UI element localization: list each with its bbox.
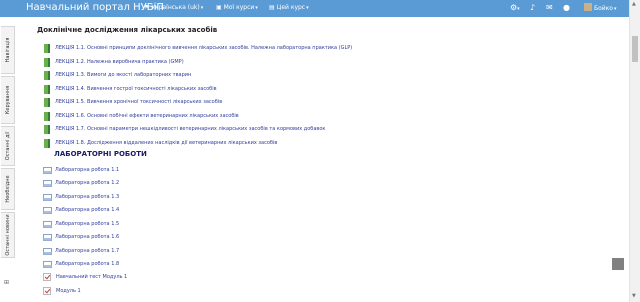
book-icon xyxy=(44,85,50,94)
lab-link[interactable]: Лабораторна робота 1.5 xyxy=(55,221,119,228)
vertical-scrollbar[interactable]: ▲ ▼ xyxy=(629,0,640,302)
lab-link[interactable]: Лабораторна робота 1.1 xyxy=(55,167,119,174)
lecture-link[interactable]: ЛЕКЦІЯ 1.2. Належна виробнича практика (… xyxy=(55,59,184,66)
lab-link[interactable]: Лабораторна робота 1.8 xyxy=(55,261,119,268)
help-icon[interactable]: ● xyxy=(563,3,570,13)
avatar xyxy=(584,3,592,11)
quiz-checkmark-icon xyxy=(43,287,51,295)
lab-link[interactable]: Лабораторна робота 1.4 xyxy=(55,207,119,214)
book-icon xyxy=(44,71,50,80)
quiz-checkmark-icon xyxy=(43,273,51,281)
lecture-link[interactable]: ЛЕКЦІЯ 1.4. Вивчення гострої токсичності… xyxy=(55,86,217,93)
assignment-icon xyxy=(43,180,52,187)
lab-link[interactable]: Лабораторна робота 1.2 xyxy=(55,180,119,187)
quiz-link[interactable]: Навчальний тест Модуль 1 xyxy=(56,274,127,281)
book-icon: ▤ xyxy=(269,4,275,11)
side-tab-administration[interactable]: Керування xyxy=(1,76,15,124)
lecture-link[interactable]: ЛЕКЦІЯ 1.1. Основні принципи доклінічног… xyxy=(55,45,352,52)
section-title: Доклінічне дослідження лікарських засобі… xyxy=(37,26,218,34)
caret-down-icon: ▾ xyxy=(613,6,617,12)
flag-icon: ⚑ xyxy=(144,4,150,11)
caret-down-icon: ▾ xyxy=(200,5,204,11)
my-courses-menu[interactable]: ▣ Мої курси▾ xyxy=(216,3,258,13)
lab-link[interactable]: Лабораторна робота 1.6 xyxy=(55,234,119,241)
briefcase-icon: ▣ xyxy=(216,4,222,11)
book-icon xyxy=(44,139,50,148)
user-name: Бойко xyxy=(594,5,613,12)
caret-down-icon: ▾ xyxy=(255,5,258,11)
lab-link[interactable]: Лабораторна робота 1.3 xyxy=(55,194,119,201)
back-to-top-button[interactable] xyxy=(612,258,624,270)
assignment-icon xyxy=(43,221,52,228)
lab-link[interactable]: Лабораторна робота 1.7 xyxy=(55,248,119,255)
book-icon xyxy=(44,44,50,53)
assignment-icon xyxy=(43,248,52,255)
scrollbar-thumb[interactable] xyxy=(632,36,638,62)
lecture-link[interactable]: ЛЕКЦІЯ 1.3. Вимоги до якості лабораторни… xyxy=(55,72,191,79)
book-icon xyxy=(44,98,50,107)
my-courses-label: Мої курси xyxy=(223,4,255,11)
assignment-icon xyxy=(43,234,52,241)
assignment-icon xyxy=(43,167,52,174)
dock-toggle-icon[interactable]: ⊞ xyxy=(4,279,9,286)
side-tab-recent-activity[interactable]: Останні дії xyxy=(1,126,15,166)
quiz-link[interactable]: Модуль 1 xyxy=(56,288,81,295)
lecture-link[interactable]: ЛЕКЦІЯ 1.7. Основні параметри нешкідливо… xyxy=(55,126,325,133)
messages-icon[interactable]: ✉ xyxy=(546,3,553,13)
caret-down-icon: ▾ xyxy=(306,5,309,11)
lecture-link[interactable]: ЛЕКЦІЯ 1.6. Основні побічні ефекти ветер… xyxy=(55,113,239,120)
side-tab-upcoming[interactable]: Необхідне xyxy=(1,168,15,210)
language-label: Українська (uk) xyxy=(151,4,200,11)
top-navbar: Навчальний портал НУБіП ⚑ Українська (uk)… xyxy=(0,0,629,17)
assignment-icon xyxy=(43,261,52,268)
this-course-label: Цей курс xyxy=(276,4,306,11)
assignment-icon xyxy=(43,207,52,214)
scroll-down-arrow-icon[interactable]: ▼ xyxy=(632,293,636,299)
scroll-up-arrow-icon[interactable]: ▲ xyxy=(632,1,636,7)
language-menu[interactable]: ⚑ Українська (uk)▾ xyxy=(144,3,203,13)
assignment-icon xyxy=(43,194,52,201)
lecture-link[interactable]: ЛЕКЦІЯ 1.8. Дослідження віддалених наслі… xyxy=(55,140,277,147)
book-icon xyxy=(44,112,50,121)
page: Навчальний портал НУБіП ⚑ Українська (uk)… xyxy=(0,0,640,302)
book-icon xyxy=(44,125,50,134)
side-tab-latest-news[interactable]: Останні новини xyxy=(1,212,15,258)
lecture-link[interactable]: ЛЕКЦІЯ 1.5. Вивчення хронічної токсичнос… xyxy=(55,99,222,106)
notifications-bell-icon[interactable]: ♪ xyxy=(530,3,535,13)
book-icon xyxy=(44,58,50,67)
labs-heading: ЛАБОРАТОРНІ РОБОТИ xyxy=(54,150,147,158)
side-tab-navigation[interactable]: Навігація xyxy=(1,26,15,74)
this-course-menu[interactable]: ▤ Цей курс▾ xyxy=(269,3,309,13)
settings-gear-icon[interactable]: ⚙▾ xyxy=(510,3,520,14)
user-menu[interactable]: Бойко▾ xyxy=(584,3,617,14)
